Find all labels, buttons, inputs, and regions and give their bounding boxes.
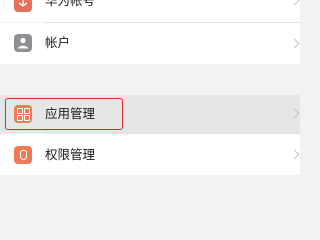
settings-item-huawei-account[interactable]: 华为帐号 [0, 0, 300, 22]
settings-item-permission-management[interactable]: 权限管理 [0, 134, 300, 175]
shield-icon [14, 146, 32, 164]
chevron-right-icon [289, 149, 300, 160]
huawei-account-icon [14, 0, 32, 12]
settings-item-label: 权限管理 [45, 147, 96, 162]
highlight-box [5, 98, 123, 130]
chevron-right-icon [289, 0, 300, 6]
settings-item-label: 华为帐号 [45, 0, 96, 8]
chevron-right-icon [289, 38, 300, 49]
settings-item-label: 帐户 [45, 35, 71, 50]
user-account-icon [14, 34, 32, 52]
chevron-right-icon [289, 108, 300, 119]
settings-item-account[interactable]: 帐户 [0, 23, 300, 64]
